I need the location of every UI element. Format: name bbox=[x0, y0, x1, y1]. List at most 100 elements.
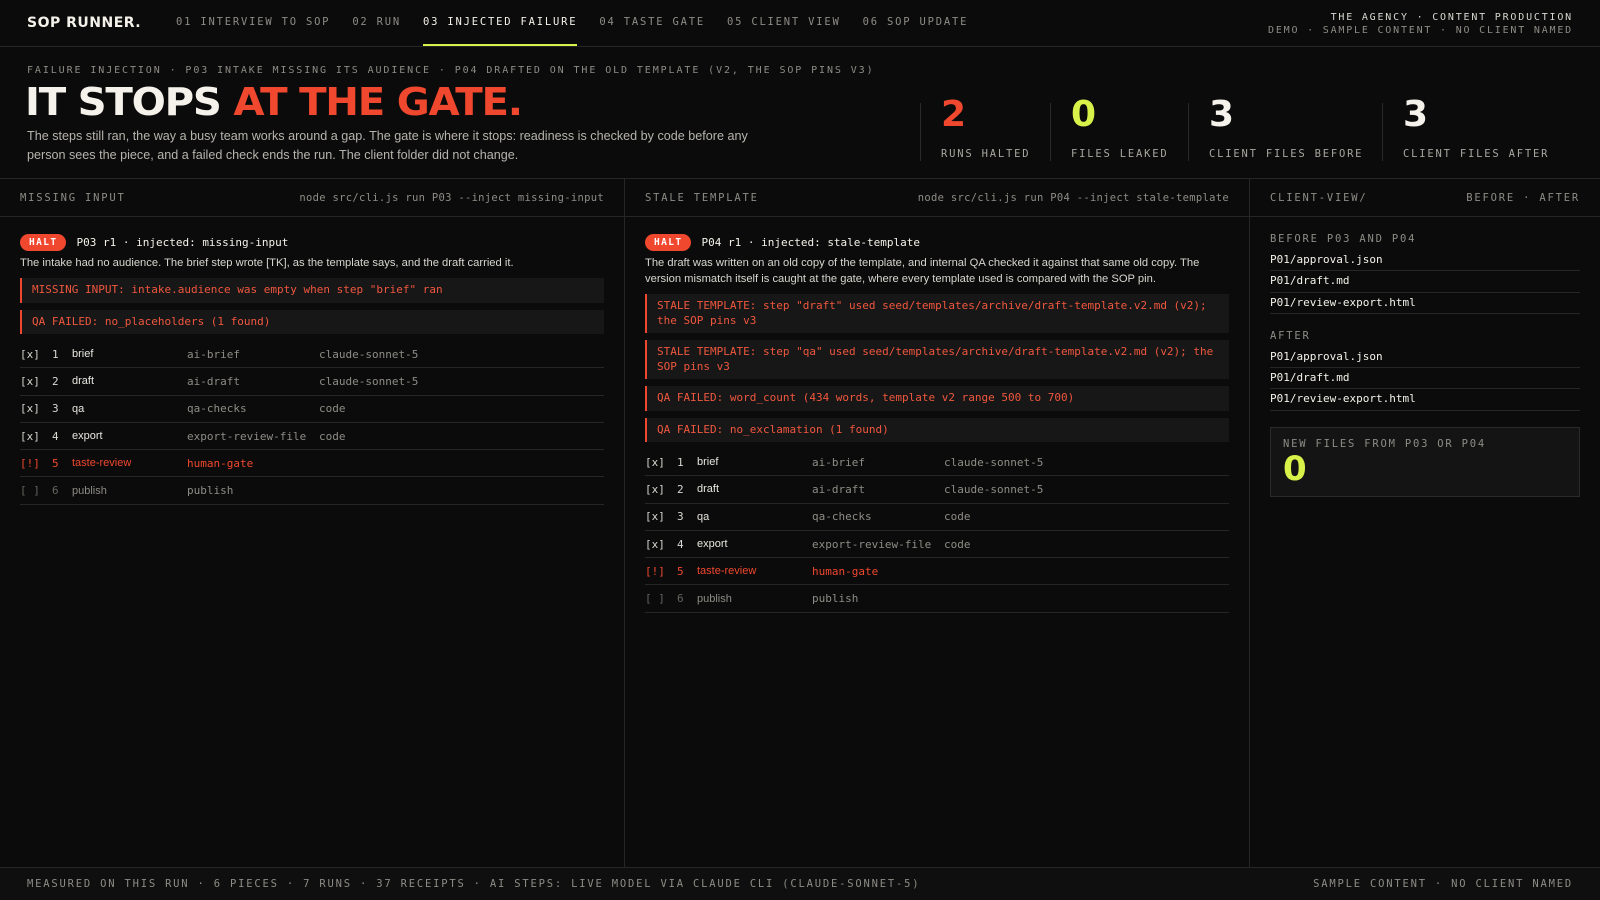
step-name: taste-review bbox=[72, 457, 132, 470]
step-model: code bbox=[944, 510, 971, 524]
step-number: 5 bbox=[677, 564, 684, 578]
step-name: qa bbox=[697, 510, 710, 523]
footer-bar: MEASURED ON THIS RUN · 6 PIECES · 7 RUNS… bbox=[0, 867, 1600, 900]
stat-label: FILES LEAKED bbox=[1071, 148, 1169, 160]
tab-client-view[interactable]: 05 CLIENT VIEW bbox=[727, 0, 841, 46]
step-name: draft bbox=[697, 483, 720, 496]
panel-header: STALE TEMPLATE node src/cli.js run P04 -… bbox=[625, 179, 1249, 217]
step-check: [x] bbox=[645, 455, 665, 469]
page-title: IT STOPS AT THE GATE. bbox=[25, 80, 523, 124]
step-list: [x] 1 brief ai-brief claude-sonnet-5 [x]… bbox=[20, 341, 604, 505]
step-row[interactable]: [x] 3 qa qa-checks code bbox=[20, 396, 604, 423]
step-row[interactable]: [x] 1 brief ai-brief claude-sonnet-5 bbox=[20, 341, 604, 369]
step-check: [!] bbox=[645, 564, 665, 578]
step-number: 1 bbox=[52, 347, 59, 361]
step-row[interactable]: [x] 4 export export-review-file code bbox=[20, 423, 604, 451]
step-name: taste-review bbox=[697, 565, 757, 578]
step-check: [x] bbox=[20, 402, 40, 416]
step-number: 5 bbox=[52, 456, 59, 470]
step-kind: ai-brief bbox=[187, 347, 240, 361]
step-kind: qa-checks bbox=[812, 510, 872, 524]
step-kind: human-gate bbox=[187, 456, 254, 470]
before-after-toggle[interactable]: BEFORE · AFTER bbox=[1466, 192, 1580, 204]
panel-stale-template: STALE TEMPLATE node src/cli.js run P04 -… bbox=[625, 179, 1250, 867]
run-status-line: HALT P03 r1 · injected: missing-input bbox=[20, 233, 604, 251]
step-check: [x] bbox=[645, 510, 665, 524]
error-message: QA FAILED: word_count (434 words, templa… bbox=[645, 386, 1229, 411]
title-accent: AT THE GATE. bbox=[233, 80, 523, 124]
run-id: P04 r1 · injected: stale-template bbox=[701, 235, 921, 249]
after-section-label: AFTER bbox=[1270, 329, 1311, 342]
agency-line-2: DEMO · SAMPLE CONTENT · NO CLIENT NAMED bbox=[1268, 25, 1573, 36]
step-kind: human-gate bbox=[812, 564, 879, 578]
panel-header: CLIENT-VIEW/ BEFORE · AFTER bbox=[1250, 179, 1600, 217]
step-row-pending[interactable]: [ ] 6 publish publish bbox=[20, 477, 604, 505]
run-description: The intake had no audience. The brief st… bbox=[20, 257, 514, 269]
file-item[interactable]: P01/approval.json bbox=[1270, 347, 1580, 369]
stat-label: CLIENT FILES BEFORE bbox=[1209, 148, 1364, 160]
step-number: 6 bbox=[52, 484, 59, 498]
footer-metrics: MEASURED ON THIS RUN · 6 PIECES · 7 RUNS… bbox=[27, 878, 921, 890]
tab-interview-to-sop[interactable]: 01 INTERVIEW TO SOP bbox=[176, 0, 330, 46]
step-kind: ai-draft bbox=[187, 374, 240, 388]
step-number: 4 bbox=[52, 429, 59, 443]
step-name: export bbox=[697, 538, 728, 551]
step-kind: ai-draft bbox=[812, 482, 865, 496]
panel-command[interactable]: node src/cli.js run P04 --inject stale-t… bbox=[918, 192, 1229, 204]
step-number: 1 bbox=[677, 455, 684, 469]
stat-value: 3 bbox=[1403, 94, 1429, 135]
step-row[interactable]: [x] 1 brief ai-brief claude-sonnet-5 bbox=[645, 449, 1229, 477]
before-section-label: BEFORE P03 AND P04 bbox=[1270, 233, 1417, 245]
step-name: qa bbox=[72, 402, 85, 415]
file-item[interactable]: P01/draft.md bbox=[1270, 368, 1580, 390]
step-model: code bbox=[319, 402, 346, 416]
error-message: QA FAILED: no_placeholders (1 found) bbox=[20, 309, 604, 334]
step-name: draft bbox=[72, 375, 95, 388]
step-row[interactable]: [x] 2 draft ai-draft claude-sonnet-5 bbox=[20, 368, 604, 396]
tab-run[interactable]: 02 RUN bbox=[352, 0, 401, 46]
step-kind: qa-checks bbox=[187, 402, 247, 416]
tab-injected-failure[interactable]: 03 INJECTED FAILURE bbox=[423, 0, 578, 46]
step-model: claude-sonnet-5 bbox=[944, 482, 1044, 496]
step-row-failed[interactable]: [!] 5 taste-review human-gate bbox=[645, 558, 1229, 586]
panel-title: CLIENT-VIEW/ bbox=[1270, 191, 1368, 204]
stat-client-files-before: 3 CLIENT FILES BEFORE bbox=[1188, 94, 1382, 161]
file-item[interactable]: P01/approval.json bbox=[1270, 250, 1580, 272]
step-model: claude-sonnet-5 bbox=[319, 347, 419, 361]
run-status-line: HALT P04 r1 · injected: stale-template bbox=[645, 233, 1229, 251]
error-message: QA FAILED: no_exclamation (1 found) bbox=[645, 417, 1229, 442]
step-row-pending[interactable]: [ ] 6 publish publish bbox=[645, 585, 1229, 613]
stats-row: 2 RUNS HALTED 0 FILES LEAKED 3 CLIENT FI… bbox=[920, 94, 1573, 161]
panel-title: MISSING INPUT bbox=[20, 191, 126, 204]
step-row-failed[interactable]: [!] 5 taste-review human-gate bbox=[20, 450, 604, 478]
step-row[interactable]: [x] 2 draft ai-draft claude-sonnet-5 bbox=[645, 476, 1229, 504]
step-row[interactable]: [x] 3 qa qa-checks code bbox=[645, 504, 1229, 531]
new-files-label: NEW FILES FROM P03 OR P04 bbox=[1283, 437, 1487, 450]
step-model: code bbox=[944, 537, 971, 551]
file-item[interactable]: P01/draft.md bbox=[1270, 271, 1580, 293]
panel-command[interactable]: node src/cli.js run P03 --inject missing… bbox=[299, 192, 604, 204]
stat-value: 3 bbox=[1209, 94, 1235, 135]
tab-taste-gate[interactable]: 04 TASTE GATE bbox=[599, 0, 705, 46]
step-check: [x] bbox=[645, 482, 665, 496]
halt-badge: HALT bbox=[20, 233, 67, 251]
step-check: [x] bbox=[20, 347, 40, 361]
step-name: export bbox=[72, 430, 103, 443]
file-item[interactable]: P01/review-export.html bbox=[1270, 389, 1580, 411]
after-file-list: P01/approval.json P01/draft.md P01/revie… bbox=[1270, 347, 1580, 411]
step-number: 4 bbox=[677, 537, 684, 551]
panel-missing-input: MISSING INPUT node src/cli.js run P03 --… bbox=[0, 179, 625, 867]
title-white: IT STOPS bbox=[25, 80, 222, 124]
panel-title: STALE TEMPLATE bbox=[645, 191, 759, 204]
brand-logo[interactable]: SOP RUNNER. bbox=[0, 0, 176, 46]
top-nav-bar: SOP RUNNER. 01 INTERVIEW TO SOP 02 RUN 0… bbox=[0, 0, 1600, 47]
step-row[interactable]: [x] 4 export export-review-file code bbox=[645, 531, 1229, 559]
stat-label: CLIENT FILES AFTER bbox=[1403, 148, 1550, 160]
step-model: claude-sonnet-5 bbox=[319, 374, 419, 388]
step-list: [x] 1 brief ai-brief claude-sonnet-5 [x]… bbox=[645, 449, 1229, 613]
agency-line-1: THE AGENCY · CONTENT PRODUCTION bbox=[1330, 12, 1573, 23]
step-kind: publish bbox=[812, 592, 859, 606]
tab-sop-update[interactable]: 06 SOP UPDATE bbox=[863, 0, 969, 46]
file-item[interactable]: P01/review-export.html bbox=[1270, 293, 1580, 314]
halt-badge: HALT bbox=[645, 233, 692, 251]
